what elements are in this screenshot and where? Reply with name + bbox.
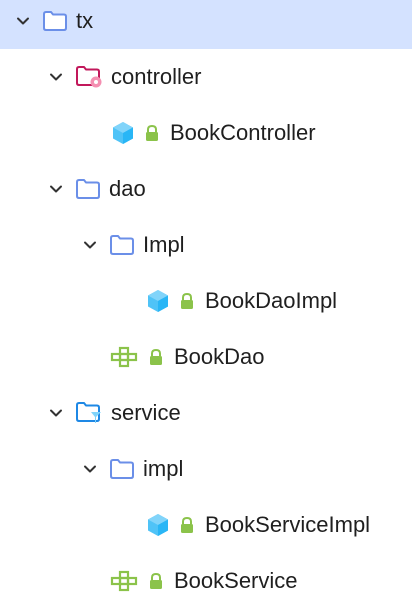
- class-icon: [110, 120, 136, 146]
- chevron-down-icon[interactable]: [10, 8, 36, 34]
- project-tree: tx controller BookController dao Impl Bo…: [0, 0, 412, 601]
- tree-item-book-controller[interactable]: BookController: [0, 105, 412, 161]
- chevron-down-icon[interactable]: [77, 232, 103, 258]
- tree-item-book-service[interactable]: BookService: [0, 553, 412, 601]
- tree-item-dao-impl[interactable]: Impl: [0, 217, 412, 273]
- chevron-down-icon[interactable]: [43, 176, 69, 202]
- tree-item-label: tx: [76, 8, 94, 33]
- tree-item-label: BookDaoImpl: [205, 288, 338, 313]
- class-icon: [145, 288, 171, 314]
- tree-item-service[interactable]: service: [0, 385, 412, 441]
- chevron-down-icon[interactable]: [43, 400, 69, 426]
- interface-icon: [110, 345, 140, 369]
- lock-icon: [179, 292, 195, 310]
- lock-icon: [148, 572, 164, 590]
- folder-icon: [42, 10, 68, 32]
- tree-item-book-dao-impl[interactable]: BookDaoImpl: [0, 273, 412, 329]
- tree-item-dao[interactable]: dao: [0, 161, 412, 217]
- tree-item-controller[interactable]: controller: [0, 49, 412, 105]
- chevron-down-icon[interactable]: [43, 64, 69, 90]
- folder-service-icon: [75, 400, 105, 426]
- tree-item-tx[interactable]: tx: [0, 0, 412, 49]
- lock-icon: [179, 516, 195, 534]
- tree-item-label: service: [111, 400, 181, 425]
- tree-item-label: Impl: [143, 232, 185, 257]
- tree-item-label: BookServiceImpl: [205, 512, 371, 537]
- interface-icon: [110, 569, 140, 593]
- tree-item-label: controller: [111, 64, 202, 89]
- chevron-down-icon[interactable]: [77, 456, 103, 482]
- class-icon: [145, 512, 171, 538]
- folder-config-icon: [75, 64, 105, 90]
- lock-icon: [148, 348, 164, 366]
- tree-item-label: BookController: [170, 120, 316, 145]
- tree-item-label: BookDao: [174, 344, 265, 369]
- tree-item-label: BookService: [174, 568, 298, 593]
- folder-icon: [75, 178, 101, 200]
- tree-item-label: dao: [109, 176, 146, 201]
- folder-icon: [109, 458, 135, 480]
- tree-item-service-impl[interactable]: impl: [0, 441, 412, 497]
- tree-item-label: impl: [143, 456, 184, 481]
- folder-icon: [109, 234, 135, 256]
- tree-item-book-dao[interactable]: BookDao: [0, 329, 412, 385]
- tree-item-book-service-impl[interactable]: BookServiceImpl: [0, 497, 412, 553]
- lock-icon: [144, 124, 160, 142]
